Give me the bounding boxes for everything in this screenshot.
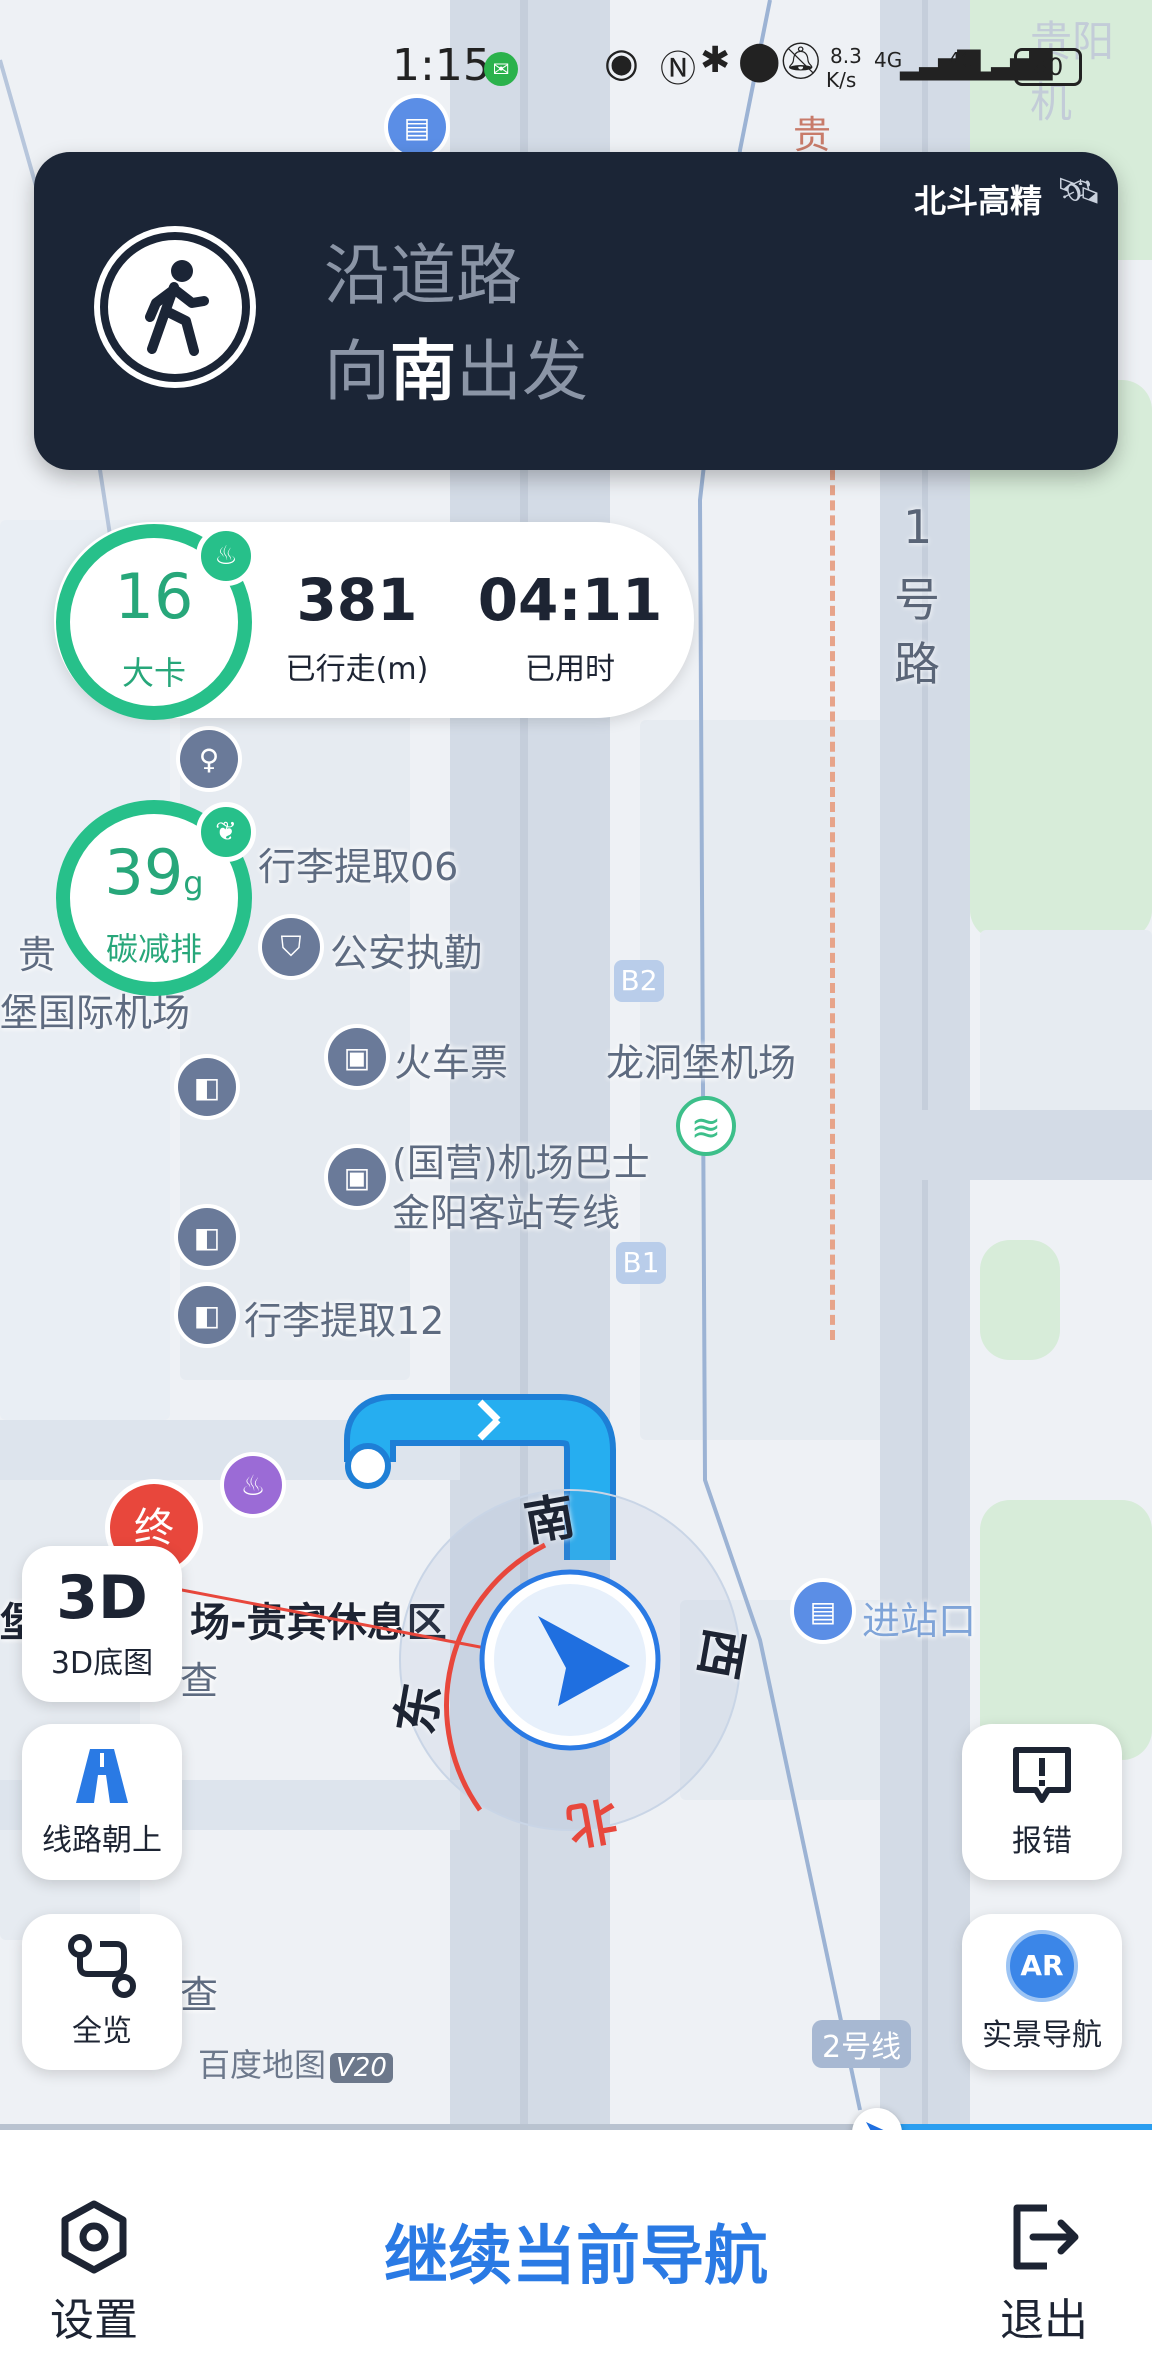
3d-icon: 3D bbox=[56, 1563, 148, 1633]
watermark-version: V20 bbox=[330, 2053, 393, 2083]
continue-navigation-label: 继续当前导航 bbox=[384, 2220, 768, 2294]
calories-unit: 大卡 bbox=[121, 654, 186, 692]
3d-map-label: 3D底图 bbox=[50, 1646, 154, 1681]
ar-icon: AR bbox=[1006, 1930, 1078, 2002]
wechat-icon: ✉ bbox=[484, 52, 518, 86]
instruction-line-1: 沿道路 bbox=[324, 237, 522, 314]
ar-navigation-button[interactable]: AR 实景导航 bbox=[962, 1914, 1122, 2070]
map-watermark: 百度地图 V20 bbox=[198, 2040, 393, 2086]
nfc-icon: Ⓝ bbox=[660, 49, 697, 90]
satellite-icon: 🛰︎ bbox=[1056, 171, 1102, 212]
elapsed-time-value: 04:11 bbox=[477, 566, 663, 634]
network-type-1: 4G bbox=[874, 48, 903, 72]
net-speed-bottom: K/s bbox=[826, 68, 857, 92]
navigation-instruction-card[interactable]: 北斗高精 🛰︎ 沿道路 向南出发 bbox=[34, 152, 1118, 470]
instruction-direction: 南 bbox=[390, 333, 456, 410]
exit-label: 退出 bbox=[1000, 2295, 1088, 2346]
status-time: 1:15 bbox=[392, 40, 491, 91]
exit-button[interactable]: 退出 bbox=[1000, 2200, 1088, 2348]
mute-icon: 🔕︎ bbox=[778, 41, 824, 82]
3d-map-button[interactable]: 3D 3D底图 bbox=[22, 1546, 182, 1702]
bottom-bar: 设置 继续当前导航 退出 bbox=[0, 2130, 1152, 2376]
route-up-label: 线路朝上 bbox=[42, 1823, 162, 1858]
walking-person-icon bbox=[100, 232, 250, 382]
route-up-icon bbox=[76, 1749, 128, 1803]
eye-icon: ◉ bbox=[604, 40, 639, 86]
status-bar: 1:15 ✉ ◉ Ⓝ ✱ ⬤ 🔕︎ 8.3 K/s 4G ▂▃▅▇ 4G ▂▃▅… bbox=[0, 30, 1152, 110]
elapsed-time-label: 已用时 bbox=[525, 652, 615, 687]
settings-gear-icon bbox=[61, 2200, 127, 2274]
distance-label: 已行走(m) bbox=[285, 652, 429, 687]
route-up-button[interactable]: 线路朝上 bbox=[22, 1724, 182, 1880]
carbon-unit: g bbox=[183, 864, 204, 902]
calories-value: 16 bbox=[114, 560, 194, 633]
net-speed-top: 8.3 bbox=[830, 44, 862, 68]
gps-precision-label: 北斗高精 bbox=[914, 182, 1043, 220]
exit-icon bbox=[1013, 2204, 1079, 2270]
report-error-button[interactable]: 报错 bbox=[962, 1724, 1122, 1880]
ar-navigation-label: 实景导航 bbox=[982, 2018, 1102, 2053]
overview-button[interactable]: 全览 bbox=[22, 1914, 182, 2070]
settings-label: 设置 bbox=[50, 2295, 138, 2346]
location-icon: ⬤ bbox=[738, 38, 781, 82]
bluetooth-icon: ✱ bbox=[700, 40, 731, 81]
battery-icon: 80 bbox=[1014, 48, 1082, 86]
distance-value: 381 bbox=[296, 566, 418, 634]
overview-label: 全览 bbox=[72, 2014, 132, 2049]
report-error-icon bbox=[1013, 1747, 1071, 1803]
settings-button[interactable]: 设置 bbox=[50, 2200, 138, 2348]
instruction-line-2: 向南出发 bbox=[324, 333, 588, 410]
route-overview-icon bbox=[68, 1934, 136, 1998]
carbon-value: 39g bbox=[104, 836, 204, 909]
carbon-label: 碳减排 bbox=[105, 930, 202, 968]
report-error-label: 报错 bbox=[1012, 1824, 1072, 1859]
continue-navigation-button[interactable]: 继续当前导航 bbox=[222, 2146, 930, 2356]
